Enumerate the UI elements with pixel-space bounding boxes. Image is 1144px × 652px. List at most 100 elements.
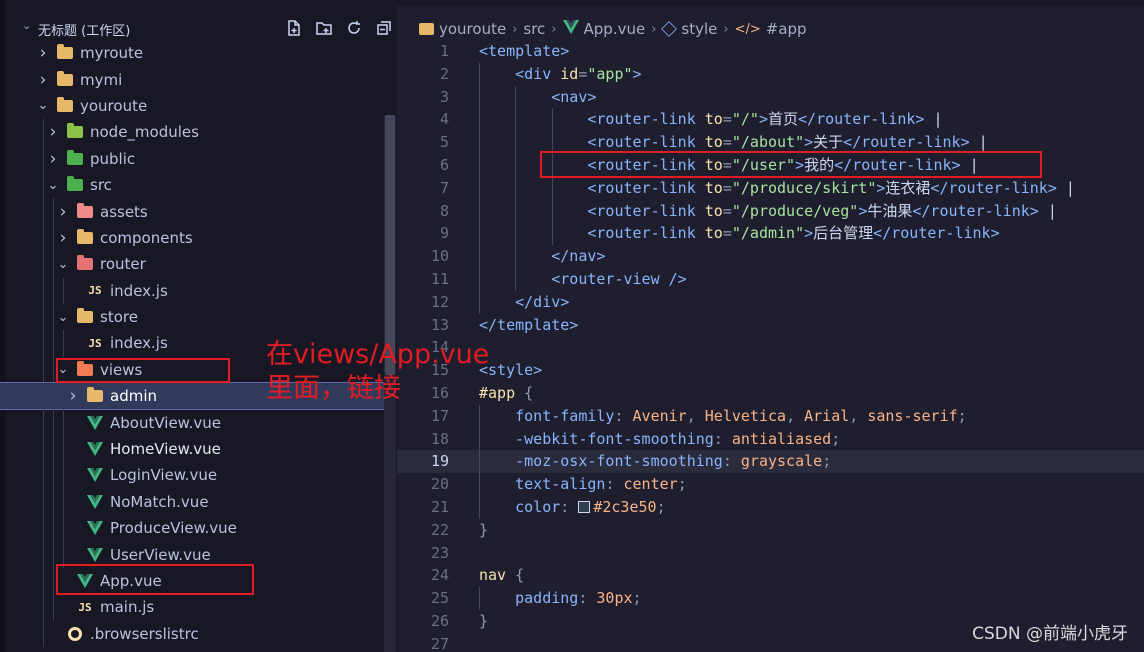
tree-item-store[interactable]: ⌄ store [0,303,384,331]
code-line[interactable]: 23 [397,542,1144,565]
code-token: #2c3e50 [593,497,657,516]
indent-guide [53,409,54,436]
tree-item-mymi[interactable]: › mymi [0,66,384,92]
color-swatch-icon[interactable] [578,500,591,513]
browserslist-icon [66,626,84,642]
tree-item-youroute[interactable]: ⌄ youroute [0,93,384,119]
chevron-down-icon: ⌄ [37,98,49,114]
collapse-all-icon[interactable] [372,16,396,40]
line-number: 1 [439,42,449,60]
tree-item-loginview-vue[interactable]: LoginView.vue [0,462,384,489]
code-line[interactable]: 25 padding: 30px; [397,587,1144,610]
code-line[interactable]: 20 text-align: center; [397,473,1144,496]
indent-guide [63,330,64,357]
code-line[interactable]: 1 <template> [397,40,1144,63]
tree-item-nomatch-vue[interactable]: NoMatch.vue [0,488,384,516]
code-line[interactable]: 16 #app { [397,382,1144,405]
new-file-icon[interactable] [282,16,306,40]
code-text: color: #2c3e50; [479,496,665,519]
explorer-actions [282,16,396,40]
code-line[interactable]: 19 -moz-osx-font-smoothing: grayscale; [397,450,1144,474]
breadcrumb-src[interactable]: src [523,20,545,38]
tree-item-myroute[interactable]: › myroute [0,40,384,66]
tree-item-produceview-vue[interactable]: ProduceView.vue [0,515,384,542]
code-text: } [479,610,488,633]
code-token: </router-link> [912,201,1039,220]
refresh-icon[interactable] [342,16,366,40]
code-line[interactable]: 7 <router-link to="/produce/skirt">连衣裙</… [397,176,1144,200]
code-area[interactable]: 1 <template> 2 <div id="app"> 3 <nav> 4 <rou… [397,40,1144,652]
code-token: "/" [731,110,759,129]
chevron-down-icon[interactable]: ⌄ [22,19,31,32]
code-token: <router-link [587,110,705,129]
code-line[interactable]: 6 <router-link to="/user">我的</router-lin… [397,153,1144,177]
code-text: </div> [479,291,569,314]
tree-item-aboutview-vue[interactable]: AboutView.vue [0,409,384,436]
tree-item-assets[interactable]: › assets [0,198,384,225]
code-token: { [506,566,525,585]
workspace-title[interactable]: 无标题 (工作区) [38,20,130,39]
code-token: </router-link> [798,110,925,129]
tree-item-label: NoMatch.vue [110,492,209,511]
code-token: </router-link> [834,155,961,174]
code-token: > [858,201,868,220]
code-line[interactable]: 21 color: #2c3e50; [397,495,1144,519]
tree-item-node-modules[interactable]: › node_modules [0,119,384,146]
code-line[interactable]: 2 <div id="app"> [397,62,1144,86]
breadcrumb-style[interactable]: style [661,20,717,38]
tree-item-userview-vue[interactable]: UserView.vue [0,541,384,568]
code-line[interactable]: 12 </div> [397,290,1144,314]
new-folder-icon[interactable] [312,16,336,40]
code-line[interactable]: 13 </template> [397,314,1144,337]
tree-item-label: main.js [100,598,155,617]
line-number: 19 [430,452,449,471]
tree-item-components[interactable]: › components [0,224,384,252]
breadcrumb-youroute[interactable]: youroute [419,20,506,38]
folder-icon [66,149,84,167]
sidebar-scrollbar-thumb[interactable] [385,115,395,375]
code-line[interactable]: 10 </nav> [397,245,1144,268]
breadcrumb-app-vue[interactable]: App.vue [562,20,645,38]
line-number: 5 [439,133,449,152]
tree-item-app-vue[interactable]: App.vue [0,567,384,595]
tree-item-index-js[interactable]: JS index.js [0,277,384,304]
code-line[interactable]: 9 <router-link to="/admin">后台管理</router-… [397,222,1144,246]
indent-guide [43,567,44,595]
tree-item-label: youroute [80,96,148,115]
folder-shape [57,96,73,112]
indent-guide [53,303,54,331]
code-line[interactable]: 14 [397,336,1144,359]
tree-item-src[interactable]: ⌄ src [0,171,384,199]
folder-open-icon [56,96,74,114]
line-number: 12 [430,292,449,311]
code-line[interactable]: 11 <router-view /> [397,267,1144,291]
code-token: "/produce/veg" [731,201,859,220]
code-line[interactable]: 17 font-family: Avenir, Helvetica, Arial… [397,404,1144,428]
tree-item-browserslistrc[interactable]: .browserslistrc [0,620,384,647]
code-line[interactable]: 8 <router-link to="/produce/veg">牛油果</ro… [397,199,1144,223]
code-token: Helvetica [704,406,787,425]
browserslist-shape [68,626,82,641]
code-line[interactable]: 24 nav { [397,564,1144,587]
code-line[interactable]: 22} [397,519,1144,542]
tree-item-router[interactable]: ⌄ router [0,251,384,278]
chevron-right-icon: › [39,69,47,90]
breadcrumb-app-selector[interactable]: </> #app [735,20,807,38]
code-line[interactable]: 5 <router-link to="/about">关于</router-li… [397,131,1144,154]
code-line[interactable]: 4 <router-link to="/">首页</router-link> | [397,108,1144,132]
code-line[interactable]: 15 <style> [397,359,1144,382]
tree-item-public[interactable]: › public [0,145,384,172]
tree-item-main-js[interactable]: JS main.js [0,594,384,621]
code-line[interactable]: 3 <nav> [397,85,1144,109]
tree-item-homeview-vue[interactable]: HomeView.vue [0,435,384,463]
line-number: 26 [430,611,449,630]
code-token: <router-link [587,224,705,243]
code-editor: youroute › src › App.vue › style › </> #… [397,0,1144,652]
code-token: sans-serif [867,406,958,425]
code-line[interactable]: 18 -webkit-font-smoothing: antialiased; [397,427,1144,451]
code-text: <nav> [479,86,596,109]
code-token: ; [677,475,687,494]
code-token: = [722,110,732,129]
